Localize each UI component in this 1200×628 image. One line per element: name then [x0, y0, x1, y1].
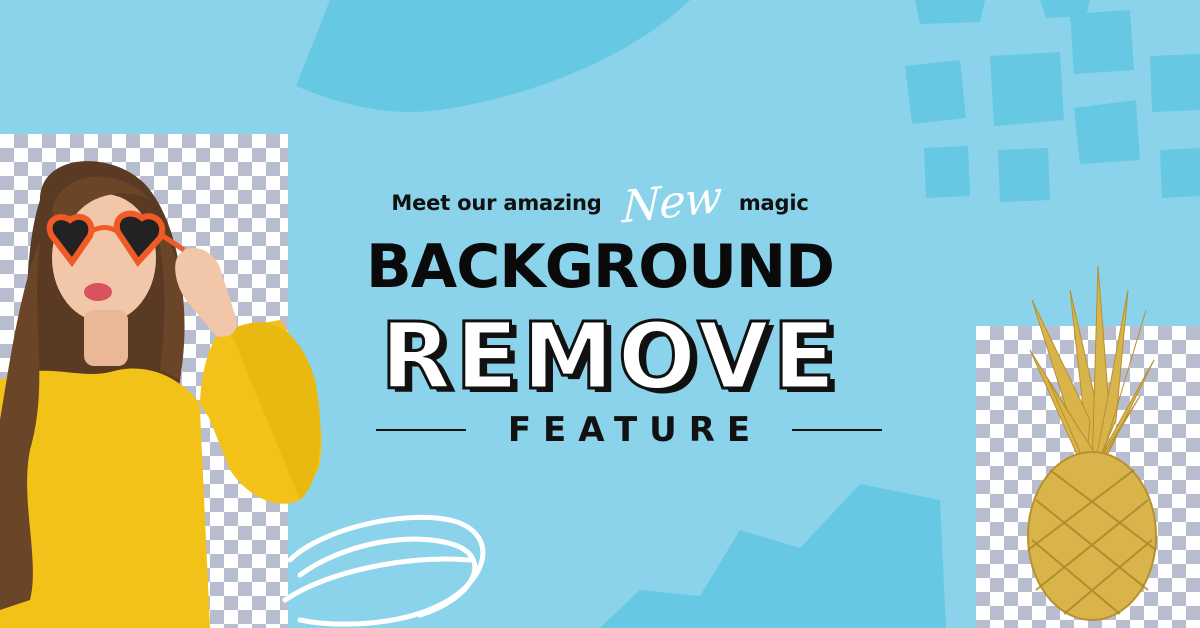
intro-text-before: Meet our amazing: [391, 191, 602, 215]
intro-line: Meet our amazing New magic: [0, 168, 1200, 238]
promo-banner: Meet our amazing New magic BACKGROUND RE…: [0, 0, 1200, 628]
title-background: BACKGROUND: [366, 232, 835, 302]
feature-line: FEATURE: [376, 408, 882, 452]
title-remove: REMOVE REMOVE: [379, 306, 842, 406]
title-remove-text: REMOVE: [380, 306, 839, 406]
right-rule: [792, 429, 882, 431]
intro-highlight-word: New: [621, 171, 722, 234]
title-feature: FEATURE: [507, 410, 763, 450]
intro-text-after: magic: [738, 191, 809, 215]
left-rule: [376, 429, 466, 431]
